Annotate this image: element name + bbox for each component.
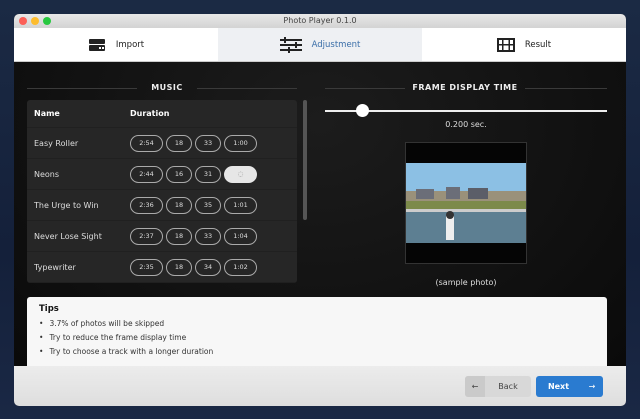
track-name: Typewriter <box>34 262 76 272</box>
header-duration: Duration <box>130 109 170 118</box>
duration-button[interactable]: 2:37 <box>130 227 163 245</box>
duration-button[interactable]: 33 <box>195 134 221 152</box>
frame-time-value: 0.200 sec. <box>445 120 487 129</box>
close-button[interactable] <box>19 17 27 25</box>
slider-thumb[interactable] <box>355 104 369 117</box>
duration-button[interactable]: 2:36 <box>130 196 163 214</box>
step-nav: Import Adjustment Result <box>14 28 626 62</box>
track-name: The Urge to Win <box>34 200 99 210</box>
table-row: Neons 2:44 16 31 ◌ <box>27 159 297 190</box>
frame-slider[interactable] <box>325 104 607 118</box>
step-result[interactable]: Result <box>422 28 626 61</box>
sample-photo-caption: (sample photo) <box>435 278 497 287</box>
duration-button[interactable]: 18 <box>166 258 192 276</box>
duration-button[interactable]: 31 <box>195 165 221 183</box>
scrollbar[interactable] <box>303 100 307 220</box>
duration-button[interactable]: 18 <box>166 196 192 214</box>
step-label: Import <box>115 39 145 50</box>
step-label: Adjustment <box>311 39 361 50</box>
duration-button[interactable]: 18 <box>166 227 192 245</box>
duration-button[interactable]: 1:01 <box>224 196 257 214</box>
duration-button[interactable]: 18 <box>166 134 192 152</box>
next-button[interactable]: Next → <box>536 376 603 397</box>
main-content: MUSIC Name Duration Easy Roller 2:54 18 33 1:… <box>14 62 626 366</box>
zoom-button[interactable] <box>43 17 51 25</box>
tip-item: Try to reduce the frame display time <box>39 331 595 345</box>
table-row: The Urge to Win 2:36 18 35 1:01 <box>27 190 297 221</box>
duration-button[interactable]: 16 <box>166 165 192 183</box>
arrow-left-icon: ← <box>465 376 485 397</box>
header-name: Name <box>34 109 60 118</box>
track-name: Easy Roller <box>34 138 79 148</box>
next-label: Next <box>547 382 570 391</box>
step-label: Result <box>524 39 552 50</box>
duration-button[interactable]: 2:44 <box>130 165 163 183</box>
tip-item: 3.7% of photos will be skipped <box>39 317 595 331</box>
duration-button[interactable]: 34 <box>195 258 221 276</box>
duration-button[interactable]: 1:00 <box>224 134 257 152</box>
loading-duration-button[interactable]: ◌ <box>224 165 257 183</box>
window-title: Photo Player 0.1.0 <box>283 16 357 25</box>
table-header: Name Duration <box>27 100 297 128</box>
music-title: MUSIC <box>151 83 183 92</box>
table-row: Easy Roller 2:54 18 33 1:00 <box>27 128 297 159</box>
frame-title: FRAME DISPLAY TIME <box>412 83 518 92</box>
sliders-icon <box>279 36 302 53</box>
back-button[interactable]: ← Back <box>465 376 531 397</box>
tips-title: Tips <box>39 304 59 314</box>
film-icon <box>496 37 515 52</box>
track-name: Never Lose Sight <box>34 231 102 241</box>
table-row: Never Lose Sight 2:37 18 33 1:04 <box>27 221 297 252</box>
duration-button[interactable]: 1:02 <box>224 258 257 276</box>
arrow-right-icon: → <box>588 382 596 391</box>
minimize-button[interactable] <box>31 17 39 25</box>
table-row: Typewriter 2:35 18 34 1:02 <box>27 252 297 283</box>
step-adjustment[interactable]: Adjustment <box>218 28 422 61</box>
tips-panel: Tips 3.7% of photos will be skipped Try … <box>27 297 607 366</box>
app-window: Photo Player 0.1.0 Import Adjustment Res… <box>14 14 626 406</box>
back-label: Back <box>498 382 518 391</box>
drive-icon <box>88 39 105 51</box>
sample-photo-frame <box>405 142 527 264</box>
title-bar: Photo Player 0.1.0 <box>14 14 626 28</box>
duration-button[interactable]: 1:04 <box>224 227 257 245</box>
tip-item: Try to choose a track with a longer dura… <box>39 345 595 359</box>
sample-photo <box>406 163 526 243</box>
step-import[interactable]: Import <box>14 28 218 61</box>
duration-button[interactable]: 35 <box>195 196 221 214</box>
footer: ← Back Next → <box>14 366 626 406</box>
music-table: Name Duration Easy Roller 2:54 18 33 1:00 Neon… <box>27 100 297 283</box>
duration-button[interactable]: 33 <box>195 227 221 245</box>
track-name: Neons <box>34 169 60 179</box>
duration-button[interactable]: 2:35 <box>130 258 163 276</box>
duration-button[interactable]: 2:54 <box>130 134 163 152</box>
